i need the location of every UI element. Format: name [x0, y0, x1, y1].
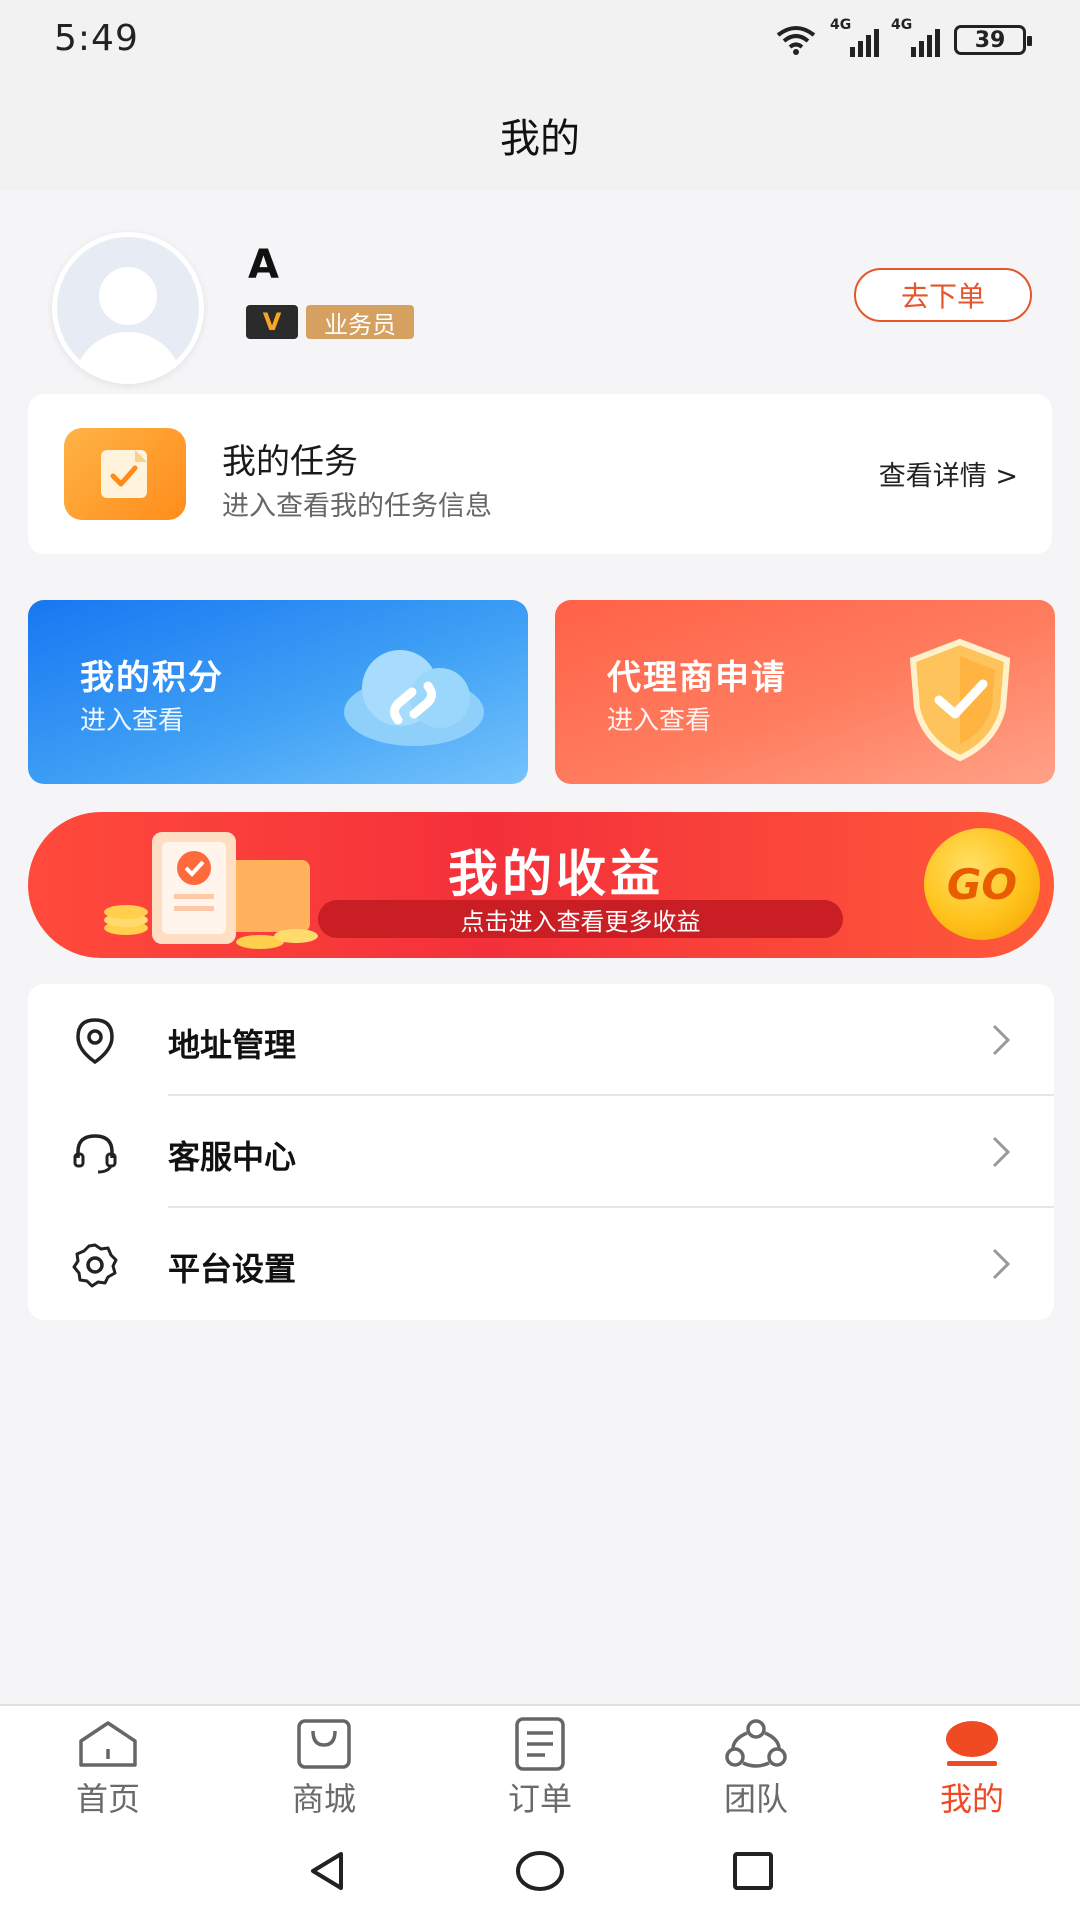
- avatar-head-shape: [99, 267, 157, 325]
- chevron-right-icon: [992, 1136, 1011, 1168]
- wifi-icon: [776, 26, 816, 55]
- tab-label: 我的: [939, 1780, 1004, 1818]
- signal-icon-2: 4G: [891, 17, 940, 57]
- battery-icon: 39: [954, 25, 1032, 55]
- chevron-right-icon: [992, 1024, 1011, 1056]
- menu-item-customer-service[interactable]: 客服中心: [28, 1096, 1054, 1208]
- tab-mall[interactable]: 商城: [216, 1706, 432, 1822]
- my-tasks-card[interactable]: 我的任务 进入查看我的任务信息 查看详情 >: [28, 394, 1052, 554]
- place-order-button[interactable]: 去下单: [854, 268, 1032, 322]
- points-title: 我的积分: [80, 658, 224, 698]
- cloud-link-icon: [344, 650, 484, 746]
- agent-title: 代理商申请: [607, 658, 787, 698]
- vip-level-label: V: [262, 308, 282, 336]
- menu-item-label: 客服中心: [168, 1138, 297, 1176]
- my-points-card[interactable]: 我的积分 进入查看: [28, 600, 528, 784]
- profile-section: A V 业务员 去下单: [0, 190, 1080, 390]
- tab-label: 团队: [723, 1780, 788, 1818]
- page-title: 我的: [500, 116, 580, 162]
- role-badge: 业务员: [306, 305, 414, 339]
- vip-level-badge: V: [246, 305, 298, 339]
- menu-item-address[interactable]: 地址管理: [28, 984, 1054, 1096]
- tab-label: 商城: [291, 1780, 356, 1818]
- task-subtitle: 进入查看我的任务信息: [222, 491, 492, 522]
- status-icons: 4G 4G 39: [774, 17, 1032, 58]
- status-time: 5:49: [54, 18, 139, 59]
- menu-item-platform-settings[interactable]: 平台设置: [28, 1208, 1054, 1320]
- task-view-details-link[interactable]: 查看详情 >: [879, 454, 1018, 493]
- agent-subtitle: 进入查看: [607, 706, 712, 736]
- points-subtitle: 进入查看: [80, 706, 185, 736]
- tab-orders[interactable]: 订单: [432, 1706, 648, 1822]
- headset-icon: [73, 1134, 117, 1174]
- menu-item-label: 地址管理: [168, 1026, 297, 1064]
- user-badges: V 业务员: [246, 305, 414, 339]
- home-circle-icon[interactable]: [513, 1846, 567, 1896]
- my-earnings-banner[interactable]: 我的收益 点击进入查看更多收益 GO: [28, 812, 1054, 958]
- home-icon: [75, 1716, 141, 1772]
- avatar-body-shape: [73, 332, 183, 379]
- tab-home[interactable]: 首页: [0, 1706, 216, 1822]
- bottom-tab-bar: 首页 商城 订单 团队 我的: [0, 1704, 1080, 1822]
- avatar[interactable]: [52, 232, 204, 384]
- agent-application-card[interactable]: 代理商申请 进入查看: [555, 600, 1055, 784]
- earnings-title: 我的收益: [448, 845, 664, 903]
- settings-menu: 地址管理 客服中心 平台设置: [28, 984, 1054, 1320]
- shopping-bag-icon: [291, 1716, 357, 1772]
- earnings-subtitle: 点击进入查看更多收益: [318, 900, 843, 938]
- top-bar: 我的: [0, 80, 1080, 190]
- gear-icon: [72, 1243, 118, 1288]
- recents-square-icon[interactable]: [727, 1846, 777, 1896]
- tab-team[interactable]: 团队: [648, 1706, 864, 1822]
- back-triangle-icon[interactable]: [303, 1846, 353, 1896]
- system-nav-bar: [0, 1822, 1080, 1920]
- status-bar: 5:49 4G 4G 39: [0, 0, 1080, 80]
- signal-icon-1: 4G: [830, 17, 879, 57]
- team-icon: [723, 1716, 789, 1772]
- shield-check-icon: [909, 638, 1011, 762]
- go-button[interactable]: GO: [924, 828, 1040, 940]
- profile-icon: [939, 1716, 1005, 1772]
- user-name: A: [248, 242, 279, 288]
- tab-label: 首页: [75, 1780, 140, 1818]
- task-title: 我的任务: [222, 442, 358, 482]
- tab-mine[interactable]: 我的: [864, 1706, 1080, 1822]
- task-clipboard-icon: [64, 428, 186, 520]
- battery-level: 39: [974, 27, 1006, 53]
- tab-label: 订单: [507, 1780, 572, 1818]
- chevron-right-icon: [992, 1248, 1011, 1280]
- order-list-icon: [507, 1716, 573, 1772]
- menu-item-label: 平台设置: [168, 1250, 297, 1288]
- location-pin-icon: [76, 1018, 114, 1065]
